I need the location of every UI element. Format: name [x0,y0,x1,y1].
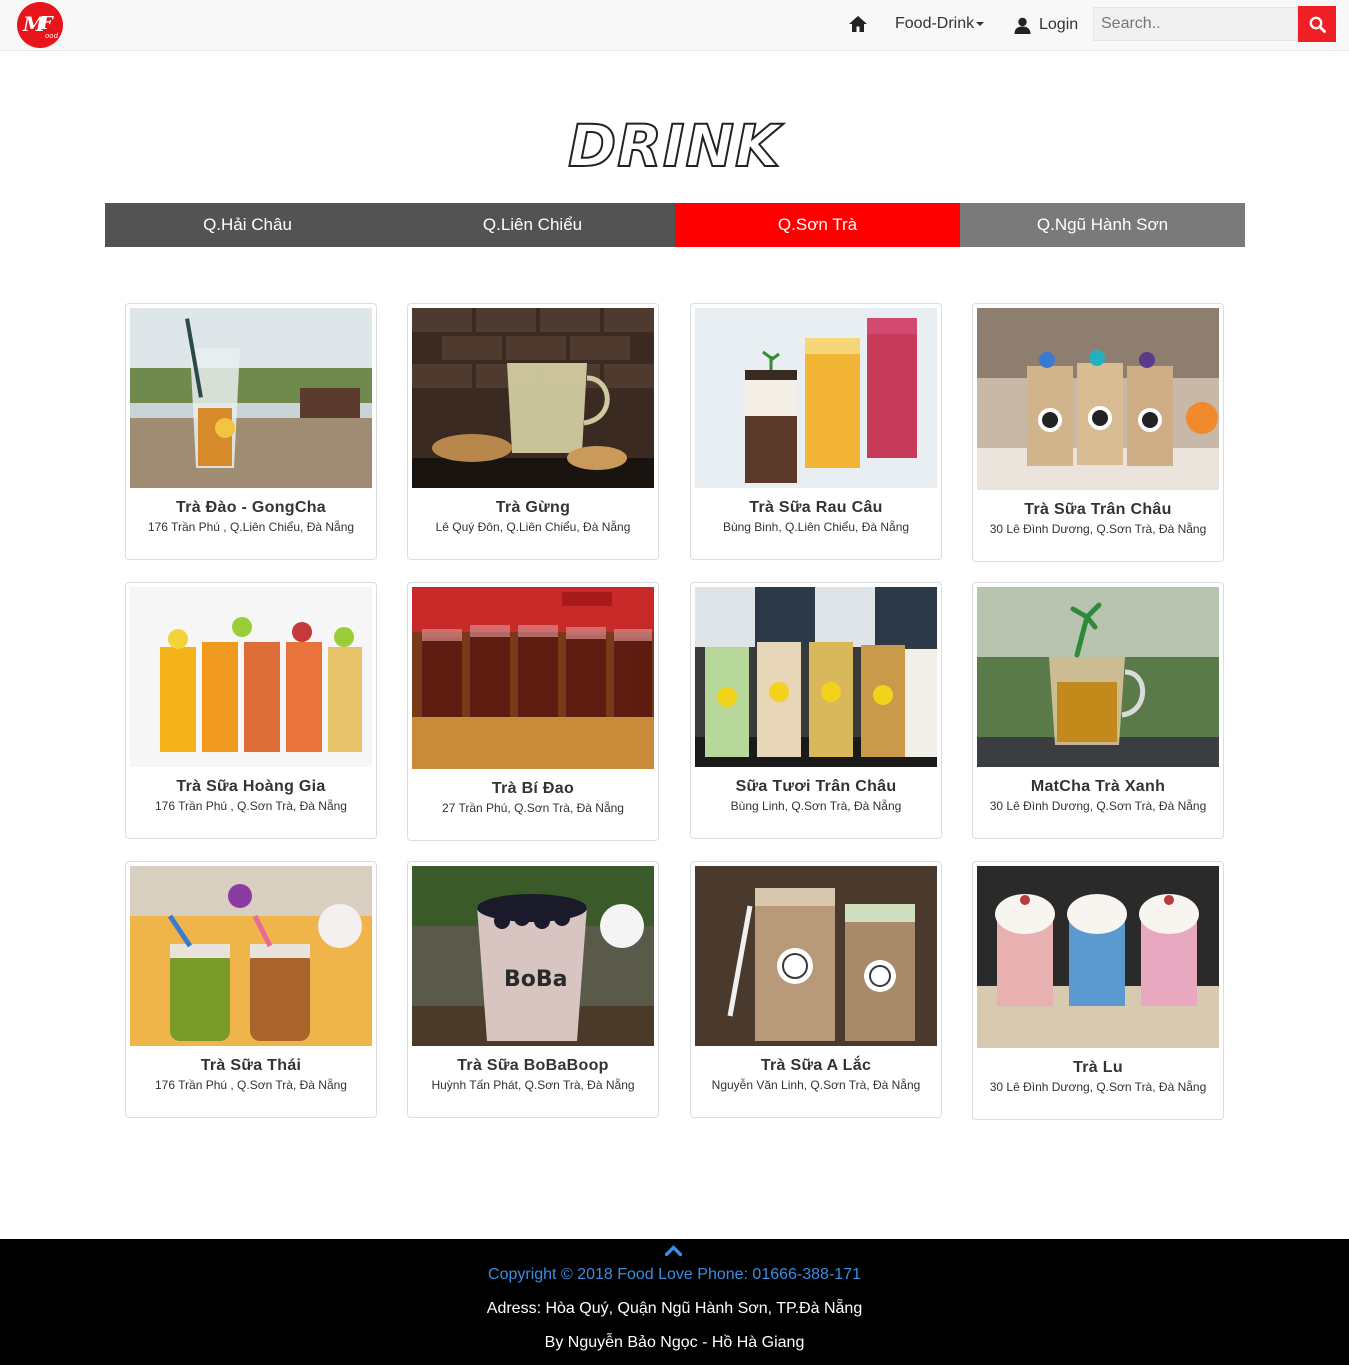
product-address: Huỳnh Tấn Phát, Q.Sơn Trà, Đà Nẵng [431,1078,635,1092]
search-input[interactable] [1093,7,1298,41]
product-name: Trà Sữa Thái [200,1057,302,1074]
product-card[interactable]: Trà Sữa A Lắc Nguyễn Văn Linh, Q.Sơn Trà… [690,861,942,1118]
svg-text:ood: ood [45,32,59,40]
product-image-ginger-tea [412,308,654,488]
chevron-up-icon[interactable] [665,1244,682,1256]
product-name: Trà Sữa Rau Câu [749,499,883,516]
district-tabs: Q.Hải Châu Q.Liên Chiểu Q.Sơn Trà Q.Ngũ … [105,203,1245,247]
tab-ngu-hanh-son[interactable]: Q.Ngũ Hành Sơn [960,203,1245,247]
product-card[interactable]: Trà Gừng Lê Quý Đôn, Q.Liên Chiểu, Đà Nẵ… [407,303,659,560]
caret-down-icon [976,21,985,26]
product-name: MatCha Trà Xanh [1030,778,1166,795]
tab-son-tra[interactable]: Q.Sơn Trà [675,203,960,247]
search-icon [1309,16,1326,33]
product-address: 30 Lê Đình Dương, Q.Sơn Trà, Đà Nẵng [989,1080,1207,1094]
product-name: Trà Sữa Trân Châu [1024,501,1172,518]
product-name: Sữa Tươi Trân Châu [735,778,897,795]
svg-text:BoBa: BoBa [504,967,568,992]
product-image-winter-melon-tea [412,587,654,769]
product-card[interactable]: Trà Sữa Trân Châu 30 Lê Đình Dương, Q.Sơ… [972,303,1224,562]
product-card[interactable]: Trà Bí Đao 27 Trần Phú, Q.Sơn Trà, Đà Nẵ… [407,582,659,841]
product-address: 176 Trần Phú , Q.Liên Chiểu, Đà Nẵng [147,520,355,534]
product-image-fresh-milk-pearl [695,587,937,767]
page-title: DRINK [567,111,781,181]
product-image-jelly-milk-tea [695,308,937,488]
product-card[interactable]: Sữa Tươi Trân Châu Bùng Linh, Q.Sơn Trà,… [690,582,942,839]
site-logo[interactable]: M F ood [14,1,66,49]
product-image-thai-milk-tea [130,866,372,1046]
product-address: Bùng Linh, Q.Sơn Trà, Đà Nẵng [730,799,902,813]
product-name: Trà Sữa Hoàng Gia [176,778,326,795]
product-address: 27 Trần Phú, Q.Sơn Trà, Đà Nẵng [442,801,624,815]
product-image-matcha-tea [977,587,1219,767]
product-address: Lê Quý Đôn, Q.Liên Chiểu, Đà Nẵng [435,520,631,534]
footer-copyright: Copyright © 2018 Food Love Phone: 01666-… [488,1266,861,1283]
product-image-a-lac-milk-tea [695,866,937,1046]
product-card[interactable]: Trà Đào - GongCha 176 Trần Phú , Q.Liên … [125,303,377,560]
footer-authors: By Nguyễn Bảo Ngọc - Hồ Hà Giang [544,1334,805,1351]
product-address: Bùng Binh, Q.Liên Chiểu, Đà Nẵng [722,520,910,534]
home-icon[interactable] [848,14,868,34]
food-drink-dropdown[interactable]: Food-Drink [895,15,985,33]
product-name: Trà Sữa BoBaBoop [457,1057,609,1074]
product-name: Trà Sữa A Lắc [760,1057,872,1074]
user-icon [1014,17,1031,34]
product-card[interactable]: MatCha Trà Xanh 30 Lê Đình Dương, Q.Sơn … [972,582,1224,839]
product-card[interactable]: Trà Sữa Rau Câu Bùng Binh, Q.Liên Chiểu,… [690,303,942,560]
product-image-bobaboop: BoBa [412,866,654,1046]
tab-lien-chieu[interactable]: Q.Liên Chiểu [390,203,675,247]
page-footer: Copyright © 2018 Food Love Phone: 01666-… [0,1239,1349,1365]
product-image-royal-milk-tea [130,587,372,767]
top-navbar: M F ood Food-Drink Login [0,0,1349,51]
product-name: Trà Đào - GongCha [176,499,326,516]
product-address: 176 Trần Phú , Q.Sơn Trà, Đà Nẵng [155,799,347,813]
product-card[interactable]: Trà Sữa Hoàng Gia 176 Trần Phú , Q.Sơn T… [125,582,377,839]
product-name: Trà Lu [1073,1059,1123,1076]
product-image-pearl-milk-tea [977,308,1219,490]
product-address: 176 Trần Phú , Q.Sơn Trà, Đà Nẵng [155,1078,347,1092]
search-button[interactable] [1298,6,1336,42]
login-label: Login [1039,16,1079,33]
product-card[interactable]: Trà Lu 30 Lê Đình Dương, Q.Sơn Trà, Đà N… [972,861,1224,1120]
product-address: Nguyễn Văn Linh, Q.Sơn Trà, Đà Nẵng [711,1078,921,1092]
product-image-peach-tea [130,308,372,488]
product-name: Trà Bí Đao [491,780,575,797]
product-image-tra-lu [977,866,1219,1048]
product-address: 30 Lê Đình Dương, Q.Sơn Trà, Đà Nẵng [989,522,1207,536]
product-card[interactable]: BoBa Trà Sữa BoBaBoop Huỳnh Tấn Phát, Q.… [407,861,659,1118]
footer-address: Adress: Hòa Quý, Quận Ngũ Hành Sơn, TP.Đ… [486,1300,863,1317]
login-link[interactable]: Login [1014,14,1078,36]
product-name: Trà Gừng [495,499,571,516]
tab-hai-chau[interactable]: Q.Hải Châu [105,203,390,247]
svg-text:F: F [39,13,54,34]
product-card[interactable]: Trà Sữa Thái 176 Trần Phú , Q.Sơn Trà, Đ… [125,861,377,1118]
food-drink-label: Food-Drink [895,15,975,32]
product-address: 30 Lê Đình Dương, Q.Sơn Trà, Đà Nẵng [989,799,1207,813]
